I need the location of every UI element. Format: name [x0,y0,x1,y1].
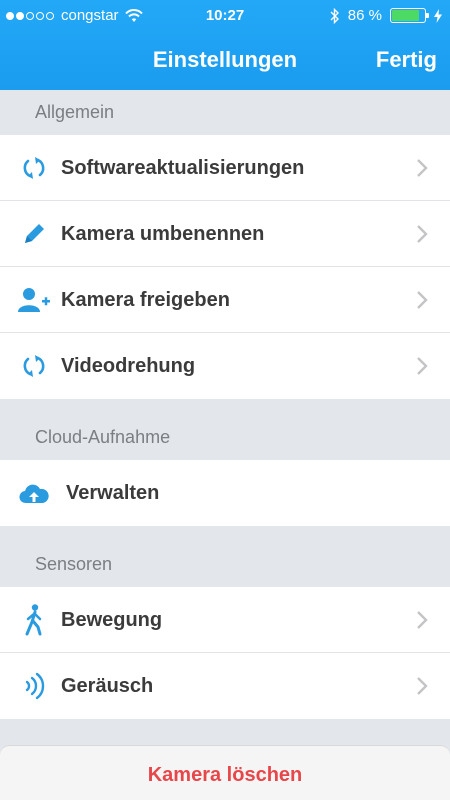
row-label: Videodrehung [61,354,196,377]
section-header-general: Allgemein [0,90,450,135]
refresh-icon [17,349,51,383]
delete-camera-label: Kamera löschen [147,764,303,786]
battery-cap [426,13,429,18]
settings-row-rename-camera[interactable]: Kamera umbenennen [0,201,450,267]
row-label: Softwareaktualisierungen [61,156,305,179]
chevron-right-icon [417,159,428,177]
walking-person-icon [17,603,51,637]
chevron-right-icon [417,291,428,309]
status-bar: congstar 10:27 86 % [0,0,450,30]
battery-icon [390,8,429,23]
done-button[interactable]: Fertig [376,47,437,73]
settings-row-share-camera[interactable]: Kamera freigeben [0,267,450,333]
row-label: Geräusch [61,674,154,697]
delete-camera-button[interactable]: Kamera löschen [0,745,450,800]
row-label: Verwalten [66,481,160,504]
cloud-upload-icon [17,476,51,510]
settings-row-sound[interactable]: Geräusch [0,653,450,719]
settings-row-manage[interactable]: Verwalten [0,460,450,526]
battery-percentage: 86 % [347,7,382,24]
status-bar-right: 86 % [330,7,442,24]
chevron-right-icon [417,225,428,243]
section-header-sensors: Sensoren [0,526,450,587]
refresh-icon [17,151,51,185]
chevron-right-icon [417,677,428,695]
row-label: Bewegung [61,608,163,631]
section-header-cloud-recording: Cloud-Aufnahme [0,399,450,460]
row-label: Kamera umbenennen [61,222,265,245]
chevron-right-icon [417,357,428,375]
sound-waves-icon [17,669,51,703]
chevron-right-icon [417,611,428,629]
settings-row-software-updates[interactable]: Softwareaktualisierungen [0,135,450,201]
settings-row-video-rotation[interactable]: Videodrehung [0,333,450,399]
pencil-icon [17,217,51,251]
bluetooth-icon [330,7,339,24]
navigation-header: congstar 10:27 86 % Einstellungen Fertig [0,0,450,90]
add-user-icon [17,283,51,317]
settings-row-motion[interactable]: Bewegung [0,587,450,653]
battery-level-fill [392,10,419,21]
row-label: Kamera freigeben [61,288,230,311]
charging-bolt-icon [434,8,442,23]
